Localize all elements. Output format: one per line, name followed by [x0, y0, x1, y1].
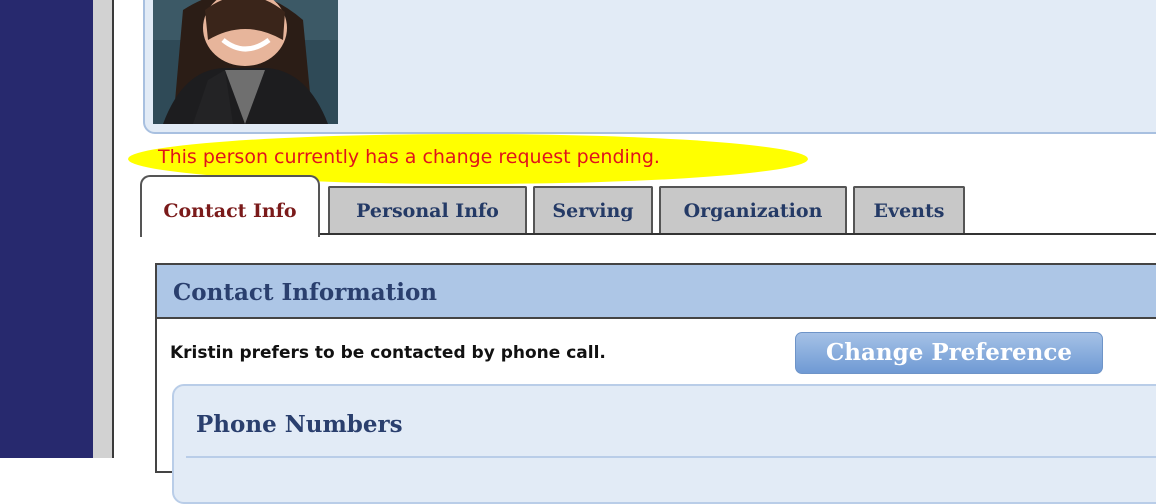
tab-label: Contact Info — [163, 200, 297, 222]
phone-numbers-title: Phone Numbers — [196, 411, 403, 438]
tab-personal-info[interactable]: Personal Info — [323, 181, 527, 233]
section-title: Contact Information — [173, 279, 438, 306]
sidebar-divider — [93, 0, 112, 458]
contact-info-panel: Contact Information Kristin prefers to b… — [155, 263, 1156, 504]
tab-organization[interactable]: Organization — [655, 181, 847, 233]
profile-photo — [153, 0, 338, 124]
left-sidebar — [0, 0, 93, 458]
tab-contact-info[interactable]: Contact Info — [140, 175, 320, 237]
tab-label: Events — [873, 200, 945, 222]
tab-events[interactable]: Events — [849, 181, 965, 233]
tab-baseline — [320, 233, 1156, 235]
change-request-notice: This person currently has a change reque… — [158, 146, 660, 168]
tab-label: Serving — [552, 200, 634, 222]
change-preference-button[interactable]: Change Preference — [795, 332, 1103, 374]
tab-label: Personal Info — [356, 200, 499, 222]
phone-numbers-panel: Phone Numbers — [172, 384, 1156, 504]
contact-information-header: Contact Information — [157, 265, 1156, 319]
divider-line — [112, 0, 114, 458]
tab-label: Organization — [683, 200, 823, 222]
person-photo-icon — [153, 0, 338, 124]
tab-serving[interactable]: Serving — [529, 181, 653, 233]
contact-preference-text: Kristin prefers to be contacted by phone… — [170, 343, 606, 363]
